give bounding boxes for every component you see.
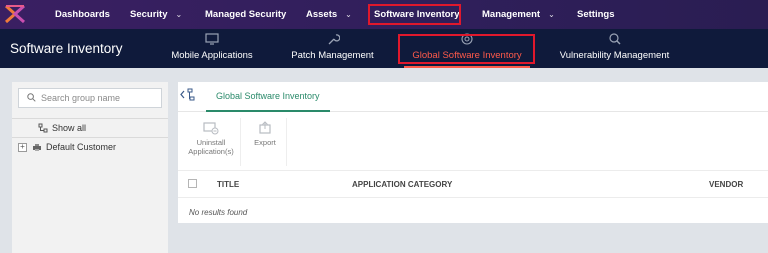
search-icon bbox=[27, 89, 36, 107]
tab-label: Vulnerability Management bbox=[559, 50, 670, 61]
nav-management[interactable]: Management ⌄ bbox=[482, 0, 555, 29]
tab-vulnerability-management[interactable]: Vulnerability Management bbox=[558, 33, 671, 68]
uninstall-icon bbox=[203, 122, 219, 135]
chevron-down-icon: ⌄ bbox=[345, 10, 352, 19]
show-all-label: Show all bbox=[52, 123, 87, 133]
network-icon bbox=[38, 123, 48, 133]
column-header-vendor[interactable]: VENDOR bbox=[709, 180, 743, 189]
nav-managed-security-label: Managed Security bbox=[205, 9, 287, 20]
expand-icon[interactable]: + bbox=[18, 142, 27, 152]
uninstall-applications-button[interactable]: Uninstall Application(s) bbox=[186, 121, 236, 156]
brand-logo-icon[interactable] bbox=[4, 4, 26, 24]
empty-results-message: No results found bbox=[189, 208, 248, 217]
nav-security[interactable]: Security ⌄ bbox=[130, 0, 182, 29]
export-icon bbox=[259, 121, 271, 134]
content-tab-bar: Global Software Inventory bbox=[178, 82, 768, 112]
export-button[interactable]: Export bbox=[248, 121, 282, 147]
tab-label: Mobile Applications bbox=[171, 50, 253, 61]
tab-mobile-applications[interactable]: Mobile Applications bbox=[170, 33, 254, 68]
wrench-icon bbox=[290, 33, 375, 47]
column-header-title[interactable]: TITLE bbox=[217, 180, 239, 189]
tree-item-label: Default Customer bbox=[46, 142, 117, 152]
search-bug-icon bbox=[558, 33, 671, 47]
tab-patch-management[interactable]: Patch Management bbox=[290, 33, 375, 68]
highlight-box bbox=[368, 4, 461, 25]
tab-label: Patch Management bbox=[291, 50, 374, 61]
nav-dashboards-label: Dashboards bbox=[55, 9, 110, 20]
show-all-item[interactable]: Show all bbox=[12, 118, 168, 138]
chevron-down-icon: ⌄ bbox=[175, 10, 183, 19]
highlight-box bbox=[398, 34, 535, 64]
monitor-icon bbox=[170, 33, 254, 47]
column-header-application-category[interactable]: APPLICATION CATEGORY bbox=[352, 180, 452, 189]
toolbar-divider bbox=[286, 118, 287, 166]
top-navigation-bar: Dashboards Security ⌄ Managed Security As… bbox=[0, 0, 768, 29]
content-tab-label: Global Software Inventory bbox=[216, 91, 320, 101]
search-box bbox=[18, 88, 162, 108]
export-label: Export bbox=[254, 138, 276, 147]
chevron-down-icon: ⌄ bbox=[548, 10, 555, 19]
search-group-input[interactable] bbox=[41, 93, 159, 103]
nav-security-label: Security bbox=[130, 9, 168, 20]
uninstall-label: Uninstall Application(s) bbox=[188, 138, 234, 156]
nav-dashboards[interactable]: Dashboards bbox=[55, 0, 110, 29]
nav-settings-label: Settings bbox=[577, 9, 615, 20]
group-tree-panel: Show all + Default Customer bbox=[12, 82, 168, 253]
toolbar-divider bbox=[240, 118, 241, 166]
select-all-checkbox[interactable] bbox=[188, 179, 197, 188]
nav-management-label: Management bbox=[482, 9, 541, 20]
table-header-row: TITLE APPLICATION CATEGORY VENDOR bbox=[178, 170, 768, 198]
nav-managed-security[interactable]: Managed Security bbox=[205, 0, 286, 29]
nav-assets[interactable]: Assets ⌄ bbox=[306, 0, 352, 29]
page-title: Software Inventory bbox=[10, 41, 123, 56]
nav-settings[interactable]: Settings bbox=[577, 0, 614, 29]
printer-group-icon bbox=[33, 143, 41, 151]
tab-global-software-inventory-content[interactable]: Global Software Inventory bbox=[206, 82, 330, 112]
tree-item-default-customer[interactable]: + Default Customer bbox=[18, 142, 116, 152]
nav-assets-label: Assets bbox=[306, 9, 338, 20]
sub-navigation-bar: Software Inventory Mobile Applications P… bbox=[0, 29, 768, 68]
